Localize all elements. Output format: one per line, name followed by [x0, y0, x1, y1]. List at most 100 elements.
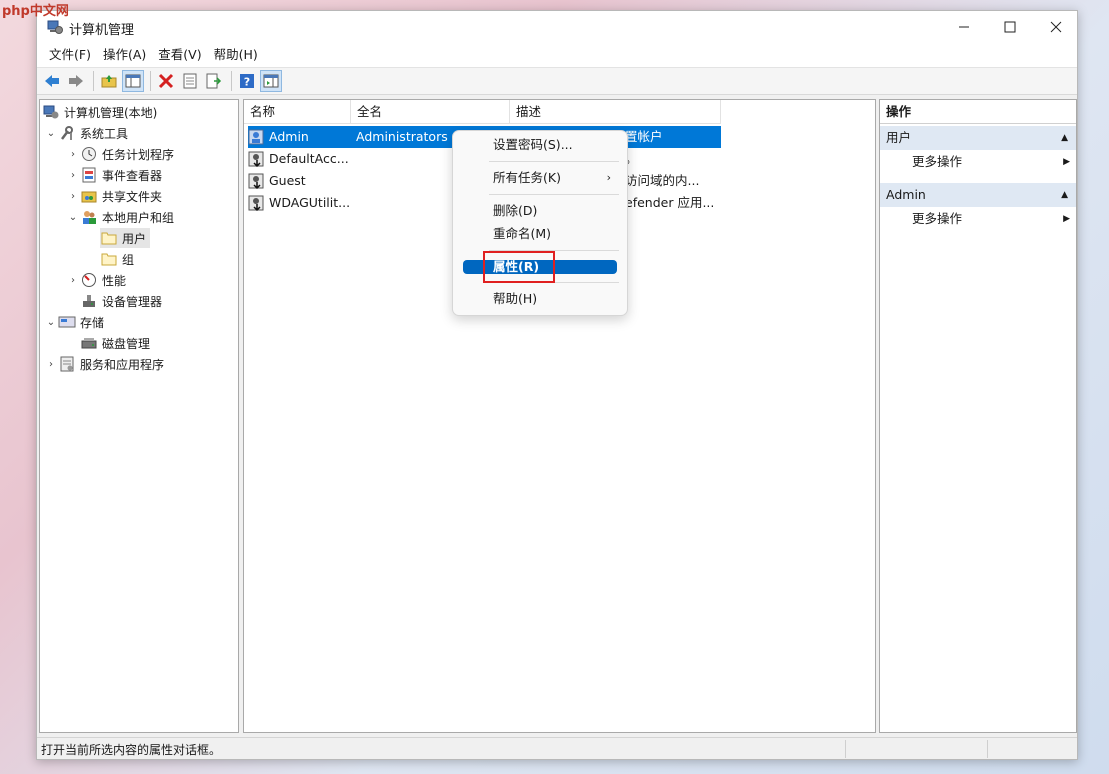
collapse-icon[interactable]: ▲	[1061, 183, 1068, 207]
title-bar: 计算机管理	[37, 11, 1077, 43]
tree-node-device-manager[interactable]: 设备管理器	[80, 291, 162, 311]
tree-node-groups[interactable]: 组	[100, 249, 134, 269]
svg-text:?: ?	[244, 76, 250, 89]
close-icon	[1050, 21, 1062, 33]
storage-icon	[58, 314, 76, 330]
menu-view[interactable]: 查看(V)	[152, 43, 207, 67]
delete-button[interactable]	[155, 70, 177, 92]
status-bar: 打开当前所选内容的属性对话框。	[37, 737, 1077, 759]
disabled-user-icon	[248, 151, 264, 167]
user-description: efender 应用...	[625, 195, 715, 210]
device-manager-icon	[80, 293, 98, 309]
up-folder-icon	[101, 75, 117, 88]
up-level-button[interactable]	[98, 70, 120, 92]
tree-node-system-tools[interactable]: ⌄ 系统工具	[44, 123, 128, 143]
menu-item-help[interactable]: 帮助(H)	[463, 288, 617, 310]
actions-section-admin[interactable]: Admin ▲	[880, 183, 1076, 207]
chevron-down-icon[interactable]: ⌄	[66, 212, 80, 223]
user-name: DefaultAcc...	[269, 151, 349, 166]
tree-node-disk-management[interactable]: 磁盘管理	[80, 333, 150, 353]
user-name: Admin	[269, 129, 309, 144]
status-divider	[987, 740, 988, 758]
more-actions-admin[interactable]: 更多操作 ▶	[880, 207, 1076, 231]
folder-icon	[100, 251, 118, 267]
user-icon	[248, 129, 264, 145]
console-tree-pane: 计算机管理(本地) ⌄ 系统工具 › 任务计划程序 › 事件查看器 › 共享文件…	[39, 99, 239, 733]
column-header-description[interactable]: 描述	[510, 100, 721, 124]
export-icon	[206, 73, 222, 89]
maximize-icon	[1004, 21, 1016, 33]
back-arrow-icon	[45, 75, 59, 87]
menu-bar: 文件(F) 操作(A) 查看(V) 帮助(H)	[37, 43, 1077, 67]
context-menu: 设置密码(S)... 所有任务(K) › 删除(D) 重命名(M) 属性(R) …	[452, 130, 628, 316]
tree-node-event-viewer[interactable]: › 事件查看器	[66, 165, 162, 185]
submenu-arrow-icon: ▶	[1063, 157, 1070, 167]
column-header-fullname[interactable]: 全名	[351, 100, 510, 124]
user-name: WDAGUtilit...	[269, 195, 351, 210]
show-hide-action-pane-icon	[263, 74, 279, 88]
column-header-name[interactable]: 名称	[244, 100, 351, 124]
menu-item-set-password[interactable]: 设置密码(S)...	[463, 134, 617, 156]
chevron-right-icon[interactable]: ›	[66, 149, 80, 160]
show-hide-action-pane-button[interactable]	[260, 70, 282, 92]
chevron-right-icon[interactable]: ›	[44, 359, 58, 370]
chevron-right-icon[interactable]: ›	[66, 275, 80, 286]
user-description: 。	[625, 151, 638, 166]
performance-icon	[80, 272, 98, 288]
highlight-annotation-box	[483, 251, 555, 283]
disabled-user-icon	[248, 195, 264, 211]
minimize-button[interactable]	[941, 11, 987, 43]
delete-icon	[158, 73, 174, 89]
forward-button[interactable]	[65, 70, 87, 92]
export-list-button[interactable]	[203, 70, 225, 92]
shared-folder-icon	[80, 188, 98, 204]
tree-node-task-scheduler[interactable]: › 任务计划程序	[66, 144, 174, 164]
toolbar-separator	[150, 71, 151, 91]
toolbar: ?	[37, 67, 1077, 95]
event-viewer-icon	[80, 167, 98, 183]
properties-button[interactable]	[179, 70, 201, 92]
more-actions-users[interactable]: 更多操作 ▶	[880, 150, 1076, 174]
tree-node-services-apps[interactable]: › 服务和应用程序	[44, 354, 164, 374]
menu-item-delete[interactable]: 删除(D)	[463, 200, 617, 222]
computer-management-icon	[47, 20, 63, 34]
menu-item-all-tasks[interactable]: 所有任务(K) ›	[463, 167, 617, 189]
back-button[interactable]	[41, 70, 63, 92]
tree-node-computer-management[interactable]: 计算机管理(本地)	[42, 102, 157, 122]
menu-item-rename[interactable]: 重命名(M)	[463, 223, 617, 245]
menu-separator	[489, 161, 619, 162]
toolbar-separator	[93, 71, 94, 91]
submenu-arrow-icon: ▶	[1063, 214, 1070, 224]
chevron-right-icon[interactable]: ›	[66, 191, 80, 202]
actions-title: 操作	[880, 100, 1076, 124]
folder-icon	[100, 230, 118, 246]
show-hide-console-tree-button[interactable]	[122, 70, 144, 92]
chevron-right-icon[interactable]: ›	[66, 170, 80, 181]
properties-icon	[183, 73, 197, 89]
tree-node-shared-folders[interactable]: › 共享文件夹	[66, 186, 162, 206]
tree-node-local-users-groups[interactable]: ⌄ 本地用户和组	[66, 207, 174, 227]
collapse-icon[interactable]: ▲	[1061, 126, 1068, 150]
actions-section-users[interactable]: 用户 ▲	[880, 126, 1076, 150]
close-button[interactable]	[1033, 11, 1079, 43]
menu-action[interactable]: 操作(A)	[97, 43, 152, 67]
help-button[interactable]: ?	[236, 70, 258, 92]
chevron-down-icon[interactable]: ⌄	[44, 317, 58, 328]
menu-help[interactable]: 帮助(H)	[208, 43, 264, 67]
users-group-icon	[80, 209, 98, 225]
tools-icon	[58, 125, 76, 141]
tree-node-users[interactable]: 用户	[100, 228, 151, 248]
tree-node-storage[interactable]: ⌄ 存储	[44, 312, 104, 332]
watermark-logo: php中文网	[2, 4, 69, 19]
status-text: 打开当前所选内容的属性对话框。	[41, 743, 222, 757]
user-description: 置帐户	[625, 129, 663, 144]
forward-arrow-icon	[69, 75, 83, 87]
maximize-button[interactable]	[987, 11, 1033, 43]
user-name: Guest	[269, 173, 306, 188]
tree-node-performance[interactable]: › 性能	[66, 270, 126, 290]
computer-management-icon	[42, 104, 60, 120]
status-divider	[845, 740, 846, 758]
menu-file[interactable]: 文件(F)	[43, 43, 97, 67]
chevron-down-icon[interactable]: ⌄	[44, 128, 58, 139]
help-icon: ?	[240, 74, 254, 89]
